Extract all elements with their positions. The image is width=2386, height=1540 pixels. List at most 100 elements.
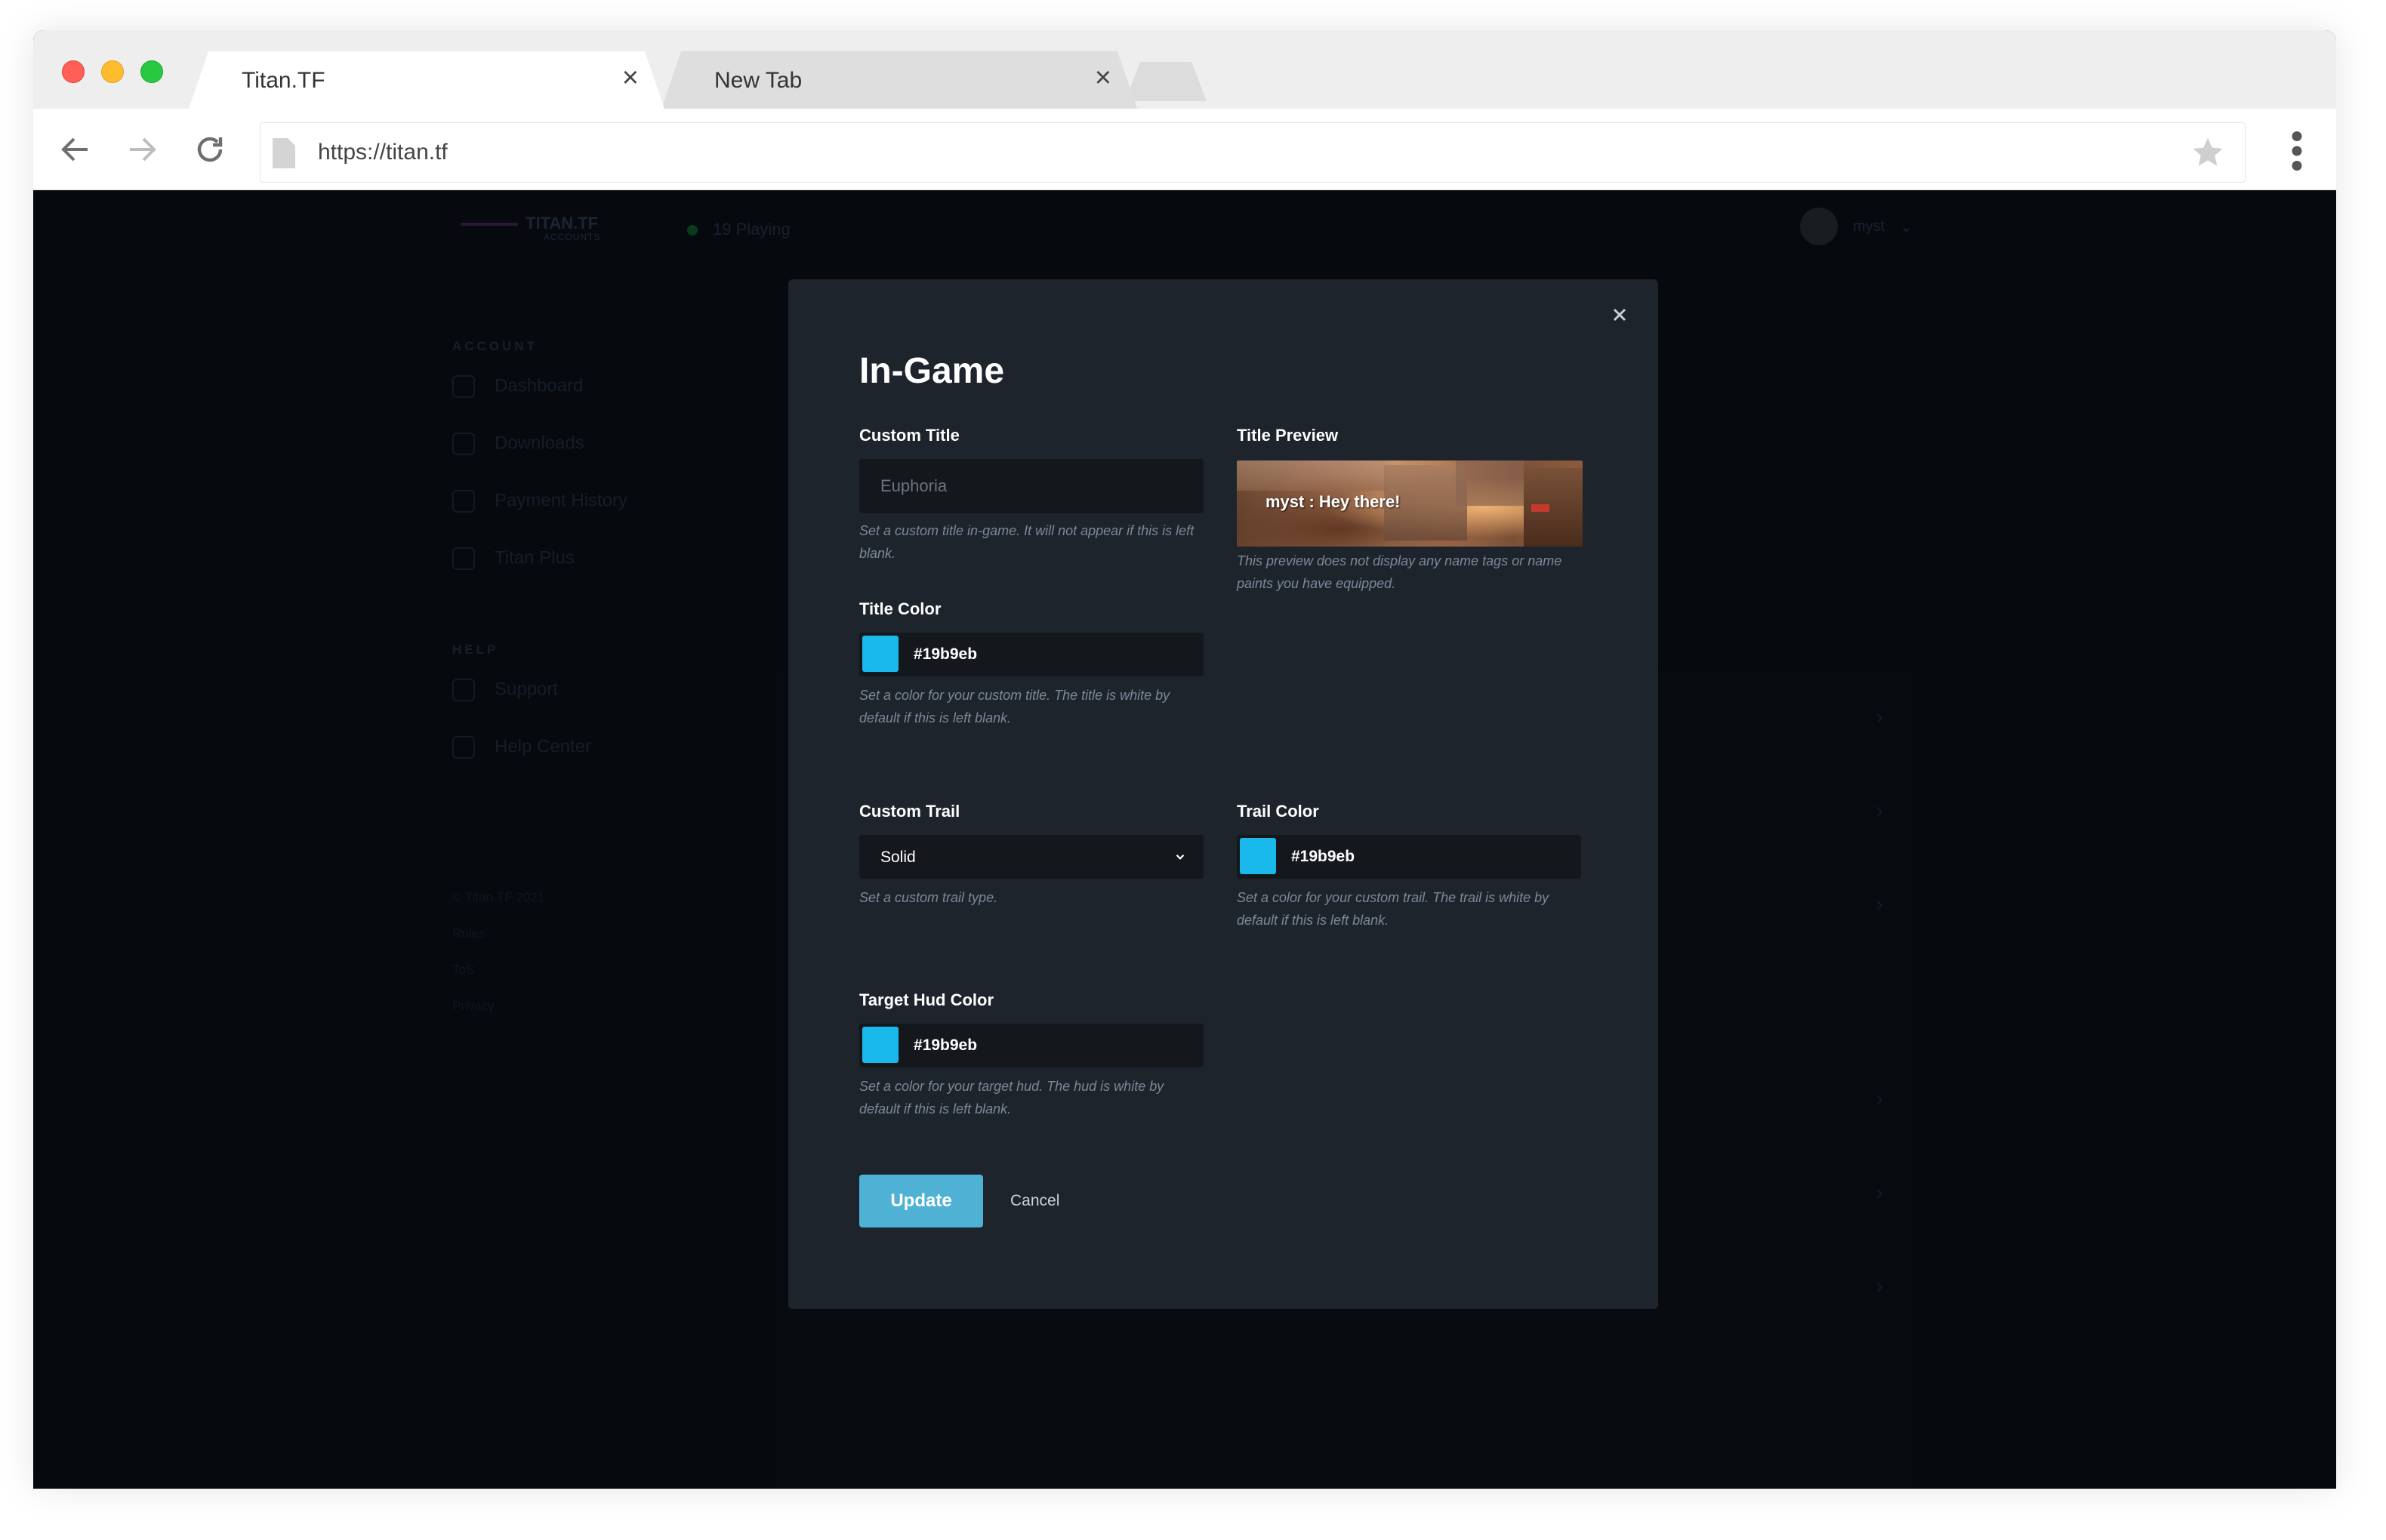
sidebar-section-account: ACCOUNT xyxy=(452,339,538,353)
custom-title-input[interactable] xyxy=(859,459,1204,513)
preview-sample-text: myst : Hey there! xyxy=(1265,492,1401,511)
close-window-button[interactable] xyxy=(62,60,85,83)
trail-color-swatch[interactable] xyxy=(1240,838,1276,874)
custom-trail-label: Custom Trail xyxy=(859,802,960,821)
modal-title: In-Game xyxy=(859,351,1005,391)
download-icon xyxy=(452,433,475,455)
headset-icon xyxy=(452,679,475,701)
title-preview-image: myst : Hey there! xyxy=(1237,460,1583,547)
logo-mark xyxy=(461,223,518,226)
target-hud-color-input[interactable]: #19b9eb xyxy=(859,1024,1204,1067)
modal-close-button[interactable] xyxy=(1607,302,1632,328)
online-status: 19 Playing xyxy=(687,220,791,239)
avatar xyxy=(1800,208,1838,245)
sidebar-item-label: Support xyxy=(495,679,559,700)
title-preview-hint: This preview does not display any name t… xyxy=(1237,553,1562,591)
trail-color-label: Trail Color xyxy=(1237,802,1319,821)
close-icon xyxy=(1613,308,1626,322)
maximize-window-button[interactable] xyxy=(140,60,163,83)
sidebar-item-help-center: Help Center xyxy=(452,736,591,759)
online-count: 19 Playing xyxy=(713,220,791,239)
user-menu: myst ⌄ xyxy=(1800,208,1913,245)
preview-hud-marker xyxy=(1531,504,1549,512)
tab-title: New Tab xyxy=(714,68,803,93)
logo-subtext: ACCOUNTS xyxy=(544,232,601,242)
tab-titan[interactable]: Titan.TF × xyxy=(189,51,664,109)
trail-color-hint: Set a color for your custom trail. The t… xyxy=(1237,890,1549,928)
target-hud-color-label: Target Hud Color xyxy=(859,990,994,1009)
document-icon xyxy=(452,736,475,759)
custom-title-label: Custom Title xyxy=(859,426,960,445)
preview-sky xyxy=(1237,460,1388,491)
arrow-left-icon xyxy=(61,137,88,162)
chevron-right-icon: › xyxy=(1876,1180,1883,1205)
online-dot-icon xyxy=(687,225,698,236)
update-button[interactable]: Update xyxy=(859,1175,983,1227)
footer-link-privacy: Privacy xyxy=(452,999,495,1013)
tab-title: Titan.TF xyxy=(242,68,325,93)
custom-trail-value: Solid xyxy=(880,849,916,866)
url-text: https://titan.tf xyxy=(318,140,448,165)
custom-trail-select[interactable]: Solid xyxy=(859,835,1204,879)
chevron-right-icon: › xyxy=(1876,704,1883,729)
sidebar-item-payment-history: Payment History xyxy=(452,490,627,513)
target-hud-color-hint: Set a color for your target hud. The hud… xyxy=(859,1079,1164,1116)
title-color-label: Title Color xyxy=(859,599,942,618)
target-hud-color-swatch[interactable] xyxy=(862,1027,899,1063)
chevron-down-icon xyxy=(1176,854,1185,860)
custom-trail-hint: Set a custom trail type. xyxy=(859,890,998,905)
sidebar-section-help: HELP xyxy=(452,642,499,657)
title-color-value: #19b9eb xyxy=(914,645,978,663)
preview-building xyxy=(1456,460,1524,506)
title-color-hint: Set a color for your custom title. The t… xyxy=(859,688,1170,725)
more-options-icon[interactable] xyxy=(2289,131,2304,171)
sidebar-item-label: Help Center xyxy=(495,736,592,757)
title-preview-label: Title Preview xyxy=(1237,426,1339,445)
custom-title-hint: Set a custom title in-game. It will not … xyxy=(859,523,1195,561)
forward-button[interactable] xyxy=(119,127,165,172)
sidebar-item-downloads: Downloads xyxy=(452,433,584,455)
sidebar-item-label: Payment History xyxy=(495,490,628,511)
tab-close-icon[interactable]: × xyxy=(1095,63,1111,92)
sidebar-item-label: Downloads xyxy=(495,433,584,454)
chevron-right-icon: › xyxy=(1876,1274,1883,1298)
chevron-right-icon: › xyxy=(1876,798,1883,823)
browser-titlebar: Titan.TF × New Tab × xyxy=(33,30,2336,109)
minimize-window-button[interactable] xyxy=(101,60,124,83)
reload-button[interactable] xyxy=(187,127,233,172)
shield-icon xyxy=(452,547,475,570)
browser-toolbar: https://titan.tf xyxy=(33,109,2336,190)
tab-close-icon[interactable]: × xyxy=(622,63,639,92)
footer-copyright: © Titan.TF 2021 xyxy=(452,890,545,904)
title-color-input[interactable]: #19b9eb xyxy=(859,633,1204,676)
sidebar-item-label: Dashboard xyxy=(495,375,584,396)
target-hud-color-value: #19b9eb xyxy=(914,1036,978,1054)
sidebar-item-dashboard: Dashboard xyxy=(452,375,583,398)
reload-icon xyxy=(197,137,223,162)
page-icon xyxy=(273,138,295,168)
tab-new[interactable]: New Tab × xyxy=(661,51,1137,109)
username: myst xyxy=(1853,217,1885,235)
trail-color-input[interactable]: #19b9eb xyxy=(1237,835,1581,879)
logo-text: TITAN.TF xyxy=(526,214,599,233)
trail-color-value: #19b9eb xyxy=(1291,848,1355,865)
back-button[interactable] xyxy=(53,127,98,172)
footer-link-rules: Rules xyxy=(452,926,486,941)
sidebar-item-label: Titan Plus xyxy=(495,547,575,568)
in-game-modal: In-Game Custom Title Set a custom title … xyxy=(788,279,1658,1309)
footer-link-tos: ToS xyxy=(452,962,475,977)
browser-window: Titan.TF × New Tab × https://titan.tf TI… xyxy=(33,30,2336,1489)
sidebar-item-titan-plus: Titan Plus xyxy=(452,547,575,570)
receipt-icon xyxy=(452,490,475,513)
bookmark-star-icon[interactable] xyxy=(2190,135,2225,170)
title-color-swatch[interactable] xyxy=(862,636,899,672)
chevron-right-icon: › xyxy=(1876,1086,1883,1111)
chevron-down-icon: ⌄ xyxy=(1900,218,1913,236)
cancel-button[interactable]: Cancel xyxy=(1010,1192,1059,1210)
chevron-right-icon: › xyxy=(1876,892,1883,916)
address-bar[interactable]: https://titan.tf xyxy=(260,122,2246,183)
sidebar-item-support: Support xyxy=(452,679,558,701)
new-tab-button[interactable] xyxy=(1125,62,1207,101)
arrow-right-icon xyxy=(130,137,156,162)
layers-icon xyxy=(452,375,475,398)
